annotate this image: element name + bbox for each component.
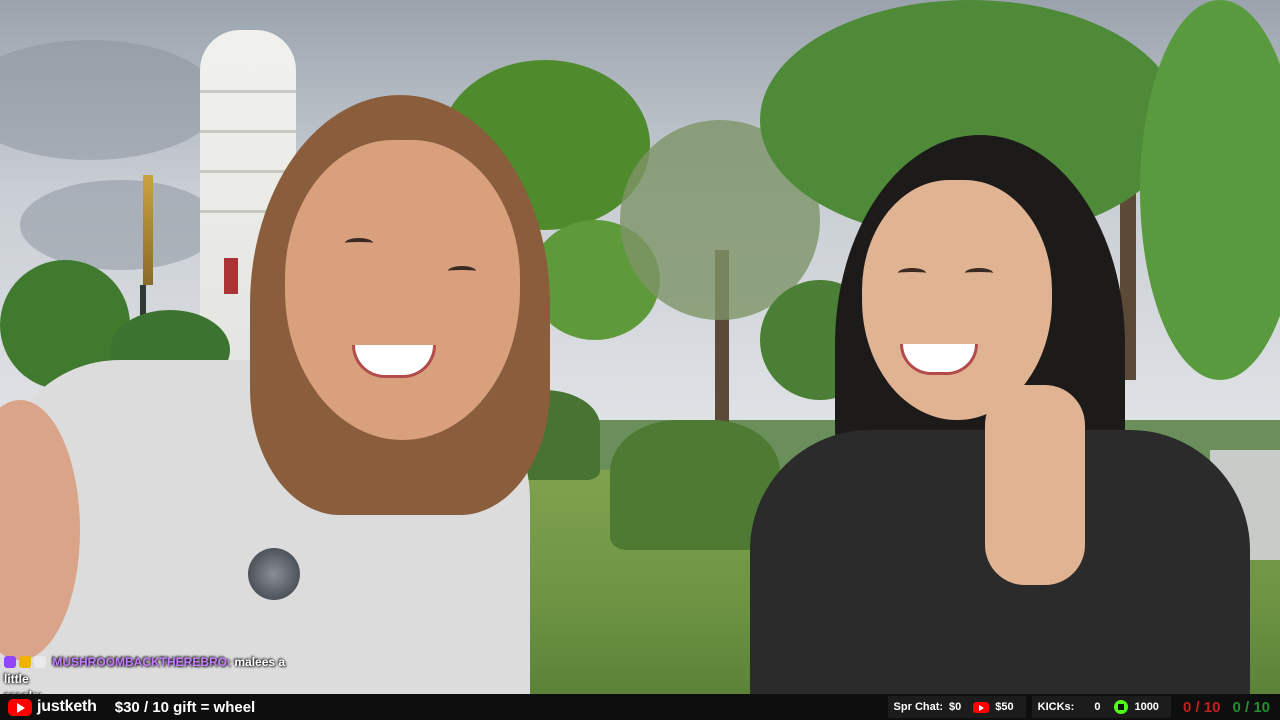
channel-name: justketh xyxy=(37,698,97,715)
ratio-green: 0 / 10 xyxy=(1232,698,1270,716)
kick-logo-icon xyxy=(1114,700,1129,714)
chat-badge-icon xyxy=(4,656,16,668)
youtube-value: $50 xyxy=(995,701,1014,713)
kick-value-2: 1000 xyxy=(1134,701,1159,713)
spr-chat-stat: Spr Chat: $0 $50 xyxy=(887,696,1026,718)
kicks-value: 0 xyxy=(1094,701,1101,713)
chat-badge-icon xyxy=(19,656,31,668)
stream-video xyxy=(0,0,1280,694)
stream-stats: Spr Chat: $0 $50 KICKs: 0 1000 0 / 10 0 … xyxy=(882,694,1280,720)
chat-badge-icon xyxy=(34,656,46,668)
donation-goal: $30 / 10 gift = wheel xyxy=(114,698,256,716)
cloud xyxy=(20,180,220,270)
spr-chat-label: Spr Chat: xyxy=(893,701,944,713)
kicks-label: KICKs: xyxy=(1037,701,1075,713)
ratio-red: 0 / 10 xyxy=(1182,698,1221,716)
kicks-stat: KICKs: 0 1000 xyxy=(1031,696,1171,718)
youtube-logo-icon xyxy=(973,701,990,713)
chat-message: MUSHROOMBACKTHEREBRO: malees a little xyxy=(4,654,304,688)
golden-spire xyxy=(143,175,153,285)
lavalier-mic xyxy=(248,548,300,600)
spr-chat-value: $0 xyxy=(949,701,962,713)
chat-username: MUSHROOMBACKTHEREBRO: xyxy=(52,655,232,669)
bottom-info-bar: justketh $30 / 10 gift = wheel Spr Chat:… xyxy=(0,694,1280,720)
youtube-logo-icon xyxy=(8,698,32,716)
